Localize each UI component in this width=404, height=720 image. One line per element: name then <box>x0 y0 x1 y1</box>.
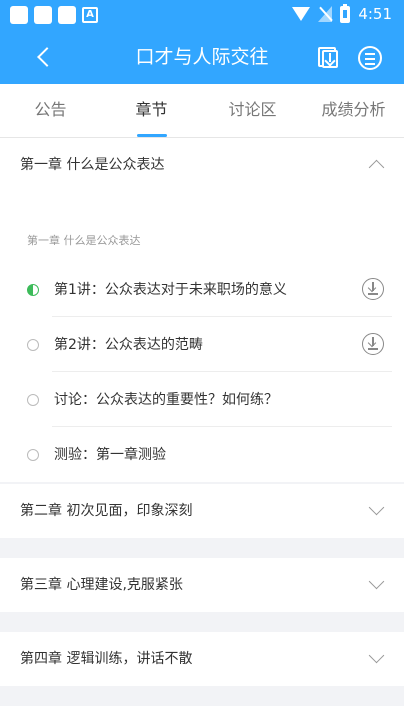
lesson-item[interactable]: 第1讲：公众表达对于未来职场的意义 <box>0 263 404 317</box>
status-time: 4:51 <box>358 5 392 23</box>
tab-grade-analysis[interactable]: 成绩分析 <box>303 84 404 137</box>
chapter-subtitle: 第一章 什么是公众表达 <box>27 234 141 247</box>
chevron-up-icon <box>368 159 385 176</box>
battery-icon <box>340 3 351 23</box>
chapter-header-partial <box>0 706 404 720</box>
app-icon <box>34 6 52 24</box>
chapter-title: 第三章 心理建设,克服紧张 <box>20 577 183 593</box>
app-icon <box>10 6 28 24</box>
status-circle-icon <box>27 394 39 406</box>
status-circle-icon <box>27 449 39 461</box>
tab-bar: 公告 章节 讨论区 成绩分析 <box>0 84 404 138</box>
lesson-item[interactable]: 第2讲：公众表达的范畴 <box>0 318 404 372</box>
chapter-title: 第四章 逻辑训练，讲话不散 <box>20 651 193 667</box>
download-icon[interactable] <box>362 278 384 300</box>
lesson-item[interactable]: 讨论：公众表达的重要性？如何练？ <box>0 373 404 427</box>
lesson-label: 测验：第一章测验 <box>54 447 166 463</box>
lesson-label: 第1讲：公众表达对于未来职场的意义 <box>54 282 287 298</box>
system-icons: 4:51 <box>292 3 392 23</box>
a-icon: A <box>82 7 98 23</box>
app-bar: 口才与人际交往 <box>0 30 404 84</box>
notification-icons: A <box>10 6 98 24</box>
status-circle-icon <box>27 339 39 351</box>
download-list-icon[interactable] <box>316 45 340 69</box>
status-bar: A 4:51 <box>0 0 404 30</box>
app-icon <box>58 6 76 24</box>
chevron-down-icon <box>368 499 385 516</box>
tab-discussion[interactable]: 讨论区 <box>202 84 303 137</box>
download-icon[interactable] <box>362 333 384 355</box>
chevron-down-icon <box>368 647 385 664</box>
wifi-icon <box>292 7 311 21</box>
chapter-title: 第一章 什么是公众表达 <box>20 157 165 173</box>
chapter-body-1: 第一章 什么是公众表达 第1讲：公众表达对于未来职场的意义 第2讲：公众表达的范… <box>0 192 404 482</box>
chapter-title: 第二章 初次见面，印象深刻 <box>20 503 193 519</box>
tab-announcements[interactable]: 公告 <box>0 84 101 137</box>
page-title: 口才与人际交往 <box>135 46 269 68</box>
lesson-item[interactable]: 测验：第一章测验 <box>0 428 404 482</box>
chapter-header-3[interactable]: 第三章 心理建设,克服紧张 <box>0 558 404 612</box>
progress-indicator-icon <box>27 284 39 296</box>
menu-icon[interactable] <box>358 46 382 70</box>
lesson-label: 第2讲：公众表达的范畴 <box>54 337 203 353</box>
chapter-header-2[interactable]: 第二章 初次见面，印象深刻 <box>0 484 404 538</box>
tab-chapters[interactable]: 章节 <box>101 84 202 137</box>
chevron-down-icon <box>368 573 385 590</box>
lesson-label: 讨论：公众表达的重要性？如何练？ <box>54 392 278 408</box>
chapter-header-1[interactable]: 第一章 什么是公众表达 <box>0 138 404 192</box>
chapter-header-4[interactable]: 第四章 逻辑训练，讲话不散 <box>0 632 404 686</box>
no-signal-icon <box>318 6 333 22</box>
